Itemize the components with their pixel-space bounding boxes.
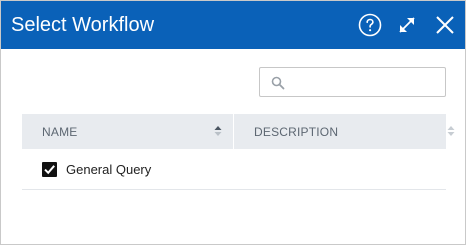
search-icon <box>271 76 285 90</box>
column-label-description: DESCRIPTION <box>254 125 339 139</box>
sort-icon[interactable] <box>214 125 222 137</box>
column-header-description[interactable]: DESCRIPTION <box>234 114 455 149</box>
close-icon <box>436 16 454 34</box>
column-label-name: NAME <box>42 125 78 139</box>
help-button[interactable] <box>357 12 383 38</box>
search-box[interactable] <box>259 67 446 97</box>
row-checkbox[interactable] <box>42 162 57 177</box>
table-header: NAME DESCRIPTION <box>22 114 455 149</box>
workflow-name[interactable]: General Query <box>66 162 151 177</box>
column-header-name[interactable]: NAME <box>22 114 233 149</box>
checkmark-icon <box>44 165 55 175</box>
expand-button[interactable] <box>394 12 420 38</box>
dialog-titlebar: Select Workflow <box>1 1 465 49</box>
help-icon <box>358 13 382 37</box>
close-button[interactable] <box>432 12 458 38</box>
select-workflow-dialog: Select Workflow NAME DESCRIPTION General… <box>0 0 466 245</box>
sort-icon[interactable] <box>447 125 455 137</box>
expand-icon <box>399 17 415 33</box>
search-input[interactable] <box>290 72 440 92</box>
table-row[interactable]: General Query <box>22 149 446 190</box>
dialog-title: Select Workflow <box>11 14 155 36</box>
